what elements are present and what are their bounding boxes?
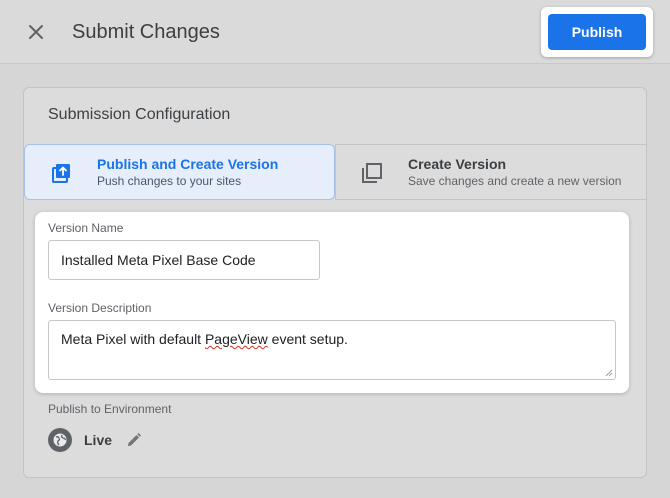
publish-button-container: Publish <box>541 7 653 57</box>
option-publish-and-create-version[interactable]: Publish and Create Version Push changes … <box>24 144 335 200</box>
environment-label: Publish to Environment <box>48 402 172 416</box>
description-text: Meta Pixel with default <box>61 331 205 347</box>
card-title: Submission Configuration <box>48 106 231 123</box>
version-name-label: Version Name <box>48 221 124 235</box>
option-create-version[interactable]: Create Version Save changes and create a… <box>335 144 647 200</box>
page-title: Submit Changes <box>72 21 220 43</box>
version-form: Version Name Installed Meta Pixel Base C… <box>35 212 629 393</box>
close-icon <box>29 25 43 39</box>
misspelled-word: PageView <box>204 331 268 347</box>
version-description-textarea[interactable]: Meta Pixel with default PageView event s… <box>48 320 616 380</box>
version-name-input[interactable]: Installed Meta Pixel Base Code <box>48 240 320 280</box>
globe-icon <box>48 428 72 452</box>
top-bar: Submit Changes Publish <box>0 0 670 64</box>
option-title: Publish and Create Version <box>97 156 279 172</box>
edit-pencil-icon[interactable] <box>126 432 142 448</box>
copy-icon <box>362 163 382 183</box>
publish-icon <box>52 164 70 183</box>
publish-button[interactable]: Publish <box>548 14 646 50</box>
environment-name: Live <box>84 432 113 448</box>
version-description-label: Version Description <box>48 301 152 315</box>
description-text-end: event setup. <box>267 331 348 347</box>
option-title: Create Version <box>408 156 507 172</box>
option-subtitle: Save changes and create a new version <box>408 174 622 188</box>
close-button[interactable] <box>22 18 50 46</box>
resize-handle-icon[interactable] <box>605 369 613 377</box>
option-subtitle: Push changes to your sites <box>97 174 242 188</box>
